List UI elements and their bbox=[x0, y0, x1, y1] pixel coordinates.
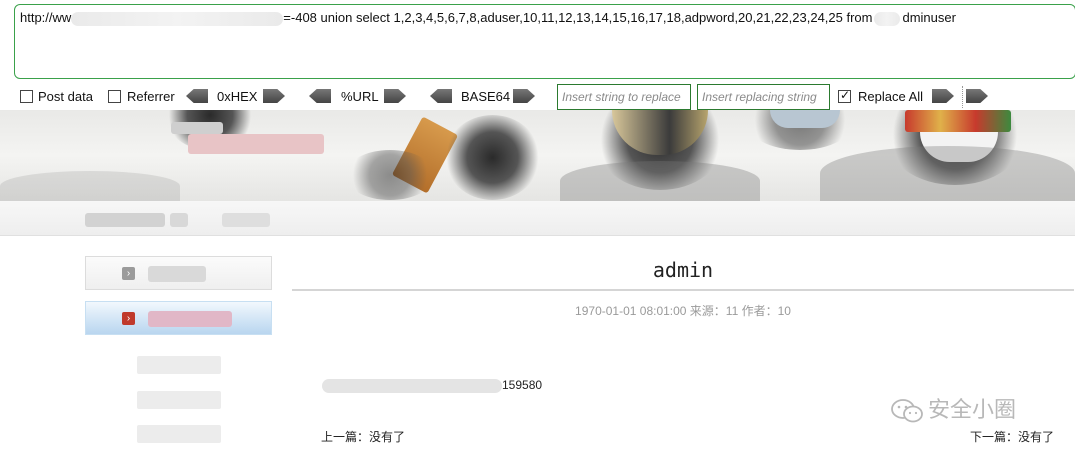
next-article-link[interactable]: 下一篇：没有了 bbox=[970, 428, 1054, 445]
post-data-checkbox[interactable] bbox=[20, 90, 33, 103]
redacted-body-text bbox=[322, 378, 502, 393]
browser-window: http://ww =-408 union select 1,2,3,4,5,6,… bbox=[0, 0, 1075, 455]
sidebar-subitem-3[interactable] bbox=[137, 425, 221, 443]
mountain-far-left bbox=[0, 171, 180, 201]
inkstone-image bbox=[445, 115, 540, 200]
redacted-category-label bbox=[148, 266, 206, 282]
redacted-nav-item-2[interactable] bbox=[170, 213, 188, 227]
sidebar-category-1[interactable]: › bbox=[85, 256, 272, 290]
sidebar-subitem-2[interactable] bbox=[137, 391, 221, 409]
execute-arrow-icon[interactable] bbox=[966, 89, 988, 103]
redacted-nav-item-3[interactable] bbox=[222, 213, 270, 227]
sidebar-category-2-active[interactable]: › bbox=[85, 301, 272, 335]
site-banner bbox=[0, 110, 1075, 201]
base64-decode-arrow-icon[interactable] bbox=[430, 89, 452, 103]
article-body: 159580 bbox=[322, 378, 542, 393]
hackbar-toolbar: Post data Referrer 0xHEX %URL BASE64 Ins… bbox=[0, 84, 1075, 110]
ink-wash bbox=[345, 150, 435, 200]
insert-string-input[interactable]: Insert string to replace bbox=[557, 84, 691, 110]
nav-bar bbox=[0, 201, 1075, 236]
referrer-label: Referrer bbox=[127, 89, 175, 104]
url-label: %URL bbox=[341, 89, 379, 104]
watermark: 安全小圈 bbox=[890, 392, 1016, 424]
circle-photo-right bbox=[905, 110, 1011, 132]
watermark-text: 安全小圈 bbox=[928, 397, 1017, 422]
replace-all-checkbox[interactable] bbox=[838, 88, 851, 103]
replace-arrow-icon[interactable] bbox=[932, 89, 954, 103]
sidebar-subitem-1[interactable] bbox=[137, 356, 221, 374]
url-encode-arrow-icon[interactable] bbox=[384, 89, 406, 103]
redacted-table-prefix bbox=[874, 11, 901, 26]
redacted-site-logo bbox=[188, 134, 324, 154]
circle-photo-middle bbox=[770, 110, 840, 128]
referrer-checkbox[interactable] bbox=[108, 90, 121, 103]
base64-encode-arrow-icon[interactable] bbox=[513, 89, 535, 103]
mountain-right bbox=[820, 146, 1075, 201]
redacted-category-label bbox=[148, 311, 232, 327]
chevron-right-icon: › bbox=[122, 267, 135, 280]
replacing-string-input[interactable]: Insert replacing string bbox=[697, 84, 830, 110]
prev-article-link[interactable]: 上一篇：没有了 bbox=[321, 428, 405, 445]
base64-label: BASE64 bbox=[461, 89, 511, 104]
toolbar-separator bbox=[962, 86, 963, 108]
wechat-icon bbox=[891, 399, 923, 423]
article-body-value: 159580 bbox=[502, 378, 543, 392]
url-sql-payload: =-408 union select 1,2,3,4,5,6,7,8,aduse… bbox=[283, 10, 873, 25]
mountain-left bbox=[560, 161, 760, 201]
hex-label: 0xHEX bbox=[217, 89, 258, 104]
post-data-label: Post data bbox=[38, 89, 93, 104]
url-decode-arrow-icon[interactable] bbox=[309, 89, 331, 103]
title-divider bbox=[292, 289, 1074, 291]
hex-encode-arrow-icon[interactable] bbox=[263, 89, 285, 103]
redacted-domain bbox=[71, 11, 284, 26]
replace-all-label: Replace All bbox=[858, 89, 924, 104]
article-meta: 1970-01-01 08:01:00 来源：11 作者：10 bbox=[575, 304, 791, 318]
url-textarea[interactable]: http://ww =-408 union select 1,2,3,4,5,6,… bbox=[14, 4, 1075, 79]
hex-decode-arrow-icon[interactable] bbox=[186, 89, 208, 103]
url-prefix: http://ww bbox=[20, 10, 72, 25]
url-suffix: dminuser bbox=[902, 10, 956, 25]
url-text: http://ww =-408 union select 1,2,3,4,5,6,… bbox=[20, 10, 956, 26]
article-title: admin bbox=[652, 258, 714, 282]
chevron-right-icon: › bbox=[122, 312, 135, 325]
redacted-nav-item-1[interactable] bbox=[85, 213, 165, 227]
redacted-logo-mark bbox=[171, 122, 223, 134]
